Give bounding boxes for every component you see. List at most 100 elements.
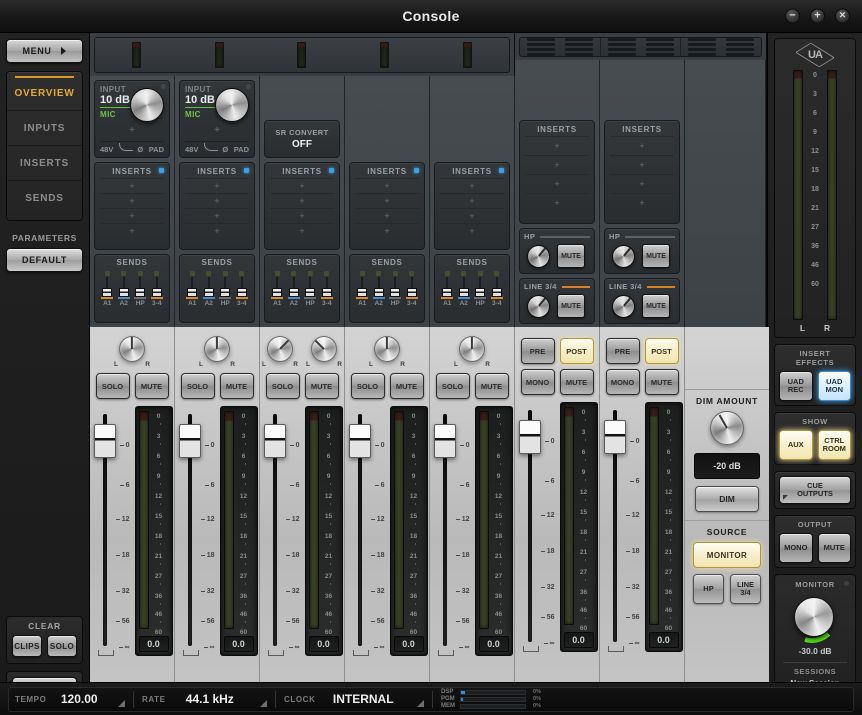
menu-button[interactable]: MENU	[6, 39, 83, 63]
insert-slot-4[interactable]: +	[355, 223, 419, 238]
send-handle[interactable]	[102, 287, 113, 297]
send-track[interactable]	[118, 276, 129, 297]
send-handle[interactable]	[220, 287, 231, 297]
send-handle[interactable]	[236, 287, 247, 297]
send-3-4[interactable]: 3-4	[404, 270, 419, 307]
send-handle[interactable]	[458, 287, 469, 297]
minimize-icon[interactable]: −	[785, 8, 800, 24]
rate-field[interactable]: RATE 44.1 kHz	[142, 688, 267, 711]
sidebar-item-inputs[interactable]: INPUTS	[7, 111, 82, 146]
input-add-slot[interactable]: +	[185, 119, 249, 141]
pan-knob[interactable]	[311, 336, 337, 362]
send-track[interactable]	[305, 276, 316, 297]
send-hp[interactable]: HP	[473, 270, 488, 307]
fader-track[interactable]: 0 6 12 18 32 56 ∞	[517, 402, 555, 652]
send-hp[interactable]: HP	[303, 270, 318, 307]
send-a1[interactable]: A1	[270, 270, 285, 307]
send-3-4[interactable]: 3-4	[489, 270, 504, 307]
aux-line-level-knob[interactable]	[527, 294, 550, 318]
send-track[interactable]	[203, 276, 214, 297]
cue-outputs-button[interactable]: CUE OUTPUTS	[779, 476, 851, 504]
solo-button[interactable]: SOLO	[350, 373, 385, 399]
tempo-field[interactable]: TEMPO 120.00	[15, 688, 125, 711]
send-handle[interactable]	[288, 287, 299, 297]
send-track[interactable]	[236, 276, 247, 297]
input-add-slot[interactable]: +	[100, 119, 164, 141]
aux-line-level-knob[interactable]	[612, 294, 635, 318]
send-track[interactable]	[321, 276, 332, 297]
uad-mon-button[interactable]: UAD MON	[817, 371, 851, 401]
send-track[interactable]	[373, 276, 384, 297]
solo-button[interactable]: SOLO	[265, 373, 300, 399]
show-aux-button[interactable]: AUX	[779, 430, 813, 460]
fader-handle[interactable]	[433, 424, 456, 458]
send-handle[interactable]	[118, 287, 129, 297]
mute-button[interactable]: MUTE	[474, 373, 509, 399]
phantom-48v-button[interactable]: 48V	[100, 145, 113, 154]
pan-knob[interactable]	[374, 336, 400, 362]
phantom-48v-button[interactable]: 48V	[185, 145, 198, 154]
aux-pre-button[interactable]: PRE	[520, 338, 555, 364]
insert-slot-3[interactable]: +	[440, 208, 504, 223]
send-hp[interactable]: HP	[218, 270, 233, 307]
send-a1[interactable]: A1	[185, 270, 200, 307]
dim-button[interactable]: DIM	[695, 486, 759, 512]
fader-handle[interactable]	[93, 424, 116, 458]
send-handle[interactable]	[390, 287, 401, 297]
sidebar-item-inserts[interactable]: INSERTS	[7, 146, 82, 181]
insert-slot-1[interactable]: +	[185, 178, 249, 193]
send-handle[interactable]	[475, 287, 486, 297]
aux-line-mute-button[interactable]: MUTE	[557, 294, 585, 318]
fader-handle[interactable]	[263, 424, 286, 458]
aux-line-mute-button[interactable]: MUTE	[642, 294, 670, 318]
insert-slot-2[interactable]: +	[355, 193, 419, 208]
solo-button[interactable]: SOLO	[95, 373, 130, 399]
send-track[interactable]	[220, 276, 231, 297]
send-track[interactable]	[151, 276, 162, 297]
mute-button[interactable]: MUTE	[134, 373, 169, 399]
fader-handle[interactable]	[178, 424, 201, 458]
send-handle[interactable]	[406, 287, 417, 297]
aux-hp-level-knob[interactable]	[612, 244, 635, 268]
send-track[interactable]	[406, 276, 417, 297]
clear-clips-button[interactable]: CLIPS	[12, 635, 42, 657]
source-monitor-button[interactable]: MONITOR	[693, 542, 761, 568]
aux-mono-button[interactable]: MONO	[520, 369, 555, 395]
send-track[interactable]	[390, 276, 401, 297]
send-a2[interactable]: A2	[201, 270, 216, 307]
send-track[interactable]	[272, 276, 283, 297]
input-gain-knob[interactable]	[215, 88, 249, 122]
send-a2[interactable]: A2	[286, 270, 301, 307]
maximize-icon[interactable]: +	[810, 8, 825, 24]
phase-invert-button[interactable]: Ø	[222, 145, 228, 154]
fader-track[interactable]: 0 6 12 18 32 56 ∞	[92, 406, 130, 656]
insert-slot-1[interactable]: +	[440, 178, 504, 193]
clear-solo-button[interactable]: SOLO	[47, 635, 77, 657]
output-mute-button[interactable]: MUTE	[817, 533, 851, 563]
insert-slot-1[interactable]: +	[270, 178, 334, 193]
aux-post-button[interactable]: POST	[559, 338, 594, 364]
insert-slot-1[interactable]: +	[100, 178, 164, 193]
sidebar-item-overview[interactable]: OVERVIEW	[7, 76, 82, 111]
insert-slot-2[interactable]: +	[525, 155, 589, 174]
insert-slot-1[interactable]: +	[610, 136, 674, 155]
fader-track[interactable]: 0 6 12 18 32 56 ∞	[602, 402, 640, 652]
source-hp-button[interactable]: HP	[693, 574, 724, 604]
insert-slot-3[interactable]: +	[610, 174, 674, 193]
lowcut-filter-button[interactable]	[203, 143, 218, 154]
send-track[interactable]	[491, 276, 502, 297]
fader-track[interactable]: 0 6 12 18 32 56 ∞	[432, 406, 470, 656]
send-a2[interactable]: A2	[371, 270, 386, 307]
send-hp[interactable]: HP	[133, 270, 148, 307]
insert-slot-4[interactable]: +	[610, 193, 674, 212]
send-handle[interactable]	[135, 287, 146, 297]
send-a1[interactable]: A1	[440, 270, 455, 307]
insert-slot-1[interactable]: +	[525, 136, 589, 155]
send-handle[interactable]	[373, 287, 384, 297]
insert-slot-3[interactable]: +	[100, 208, 164, 223]
insert-slot-4[interactable]: +	[270, 223, 334, 238]
aux-pre-button[interactable]: PRE	[605, 338, 640, 364]
close-icon[interactable]: ×	[835, 8, 850, 24]
insert-slot-2[interactable]: +	[440, 193, 504, 208]
send-handle[interactable]	[357, 287, 368, 297]
